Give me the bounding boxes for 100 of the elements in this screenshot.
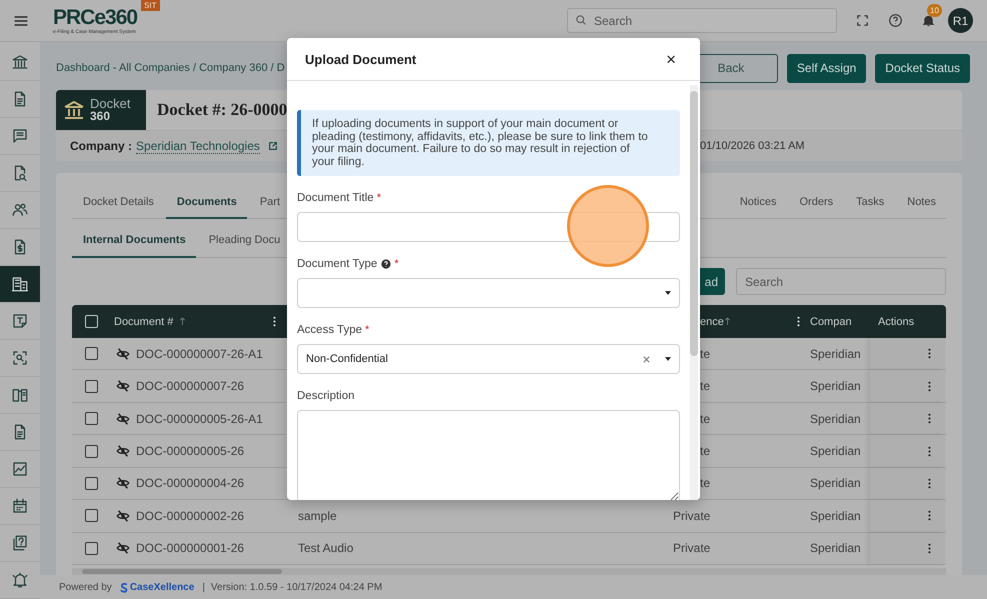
eye-slash-icon[interactable] xyxy=(116,379,130,394)
checkbox[interactable] xyxy=(84,476,98,490)
column-menu-icon[interactable] xyxy=(273,316,276,328)
column-header[interactable]: Actions xyxy=(878,316,914,328)
eye-slash-icon[interactable] xyxy=(116,541,130,556)
table-cell: te xyxy=(700,379,710,394)
company-link[interactable]: Speridian Technologies xyxy=(136,138,260,154)
checkbox[interactable] xyxy=(84,509,98,522)
table-cell: DOC-000000005-26-A1 xyxy=(136,412,263,426)
building-icon xyxy=(11,275,29,293)
tab[interactable]: Part xyxy=(248,187,290,220)
checkbox[interactable] xyxy=(84,444,98,458)
powered-by-text: Powered by xyxy=(59,582,112,592)
table-cell: DOC-000000002-26 xyxy=(136,508,244,523)
checkbox[interactable] xyxy=(84,412,98,426)
help-document-icon xyxy=(11,534,29,552)
eye-slash-icon[interactable] xyxy=(116,476,130,490)
vertical-scrollbar[interactable] xyxy=(690,85,698,500)
search-field[interactable]: Search xyxy=(736,268,946,296)
fullscreen-icon[interactable] xyxy=(855,13,870,28)
close-button[interactable]: × xyxy=(664,50,678,68)
tab[interactable]: Internal Documents xyxy=(72,219,196,258)
search-icon xyxy=(575,14,587,26)
tab[interactable]: Docket Details xyxy=(72,187,164,220)
row-menu-icon[interactable] xyxy=(928,380,931,392)
caret-icon[interactable] xyxy=(665,291,671,295)
column-menu-icon[interactable] xyxy=(797,316,800,328)
field-label: Document Type xyxy=(297,258,378,270)
tab[interactable]: Documents xyxy=(166,187,247,220)
clear-icon[interactable] xyxy=(642,354,651,364)
company-label: Company : xyxy=(70,139,132,153)
user-avatar[interactable]: R1 xyxy=(948,8,973,33)
table-cell: Private xyxy=(673,541,710,556)
eye-slash-icon[interactable] xyxy=(116,444,130,458)
caret-icon[interactable] xyxy=(665,357,671,361)
row-menu-icon[interactable] xyxy=(928,510,931,522)
breadcrumb[interactable]: Dashboard - All Companies / Company 360 / D xyxy=(56,62,285,74)
tab[interactable]: Orders xyxy=(788,187,844,220)
book-icon xyxy=(11,386,29,404)
table-cell: Test Audio xyxy=(298,541,354,556)
row-menu-icon[interactable] xyxy=(928,542,931,554)
column-header[interactable]: ence xyxy=(700,316,724,328)
calendar-icon xyxy=(11,497,29,515)
row-menu-icon[interactable] xyxy=(928,413,931,424)
dropdown-field[interactable] xyxy=(297,278,680,308)
tab[interactable]: Notices xyxy=(728,187,786,220)
table-cell: te xyxy=(700,444,710,458)
action-button[interactable]: Docket Status xyxy=(875,54,970,82)
checkbox[interactable] xyxy=(84,380,98,393)
table-cell: Private xyxy=(673,508,710,523)
table-cell: Speridian xyxy=(810,476,861,490)
table-cell: Speridian xyxy=(810,444,861,458)
tab[interactable]: Pleading Docu xyxy=(198,219,290,258)
help-icon[interactable] xyxy=(381,259,392,269)
docket-360-badge: Docket 360 xyxy=(56,90,146,130)
bell-icon[interactable] xyxy=(921,13,936,28)
table-cell: Speridian xyxy=(810,379,861,394)
table-cell: te xyxy=(700,476,710,490)
table-cell: Speridian xyxy=(810,541,861,556)
table-cell: te xyxy=(700,346,710,361)
bank-icon xyxy=(62,98,86,122)
note-icon xyxy=(11,312,29,330)
sidebar-item[interactable] xyxy=(0,266,40,303)
column-header[interactable]: Document # xyxy=(114,316,174,328)
row-menu-icon[interactable] xyxy=(928,446,931,457)
version-text: Version: 1.0.59 - 10/17/2024 04:24 PM xyxy=(210,582,382,592)
column-header[interactable]: Compan xyxy=(810,316,852,328)
docket-date: 01/10/2026 03:21 AM xyxy=(700,140,806,152)
help-icon[interactable] xyxy=(888,13,903,28)
menu-icon[interactable] xyxy=(13,14,29,28)
required-mark: * xyxy=(365,324,370,336)
tab[interactable]: Notes xyxy=(896,187,946,220)
sort-arrow-icon[interactable] xyxy=(724,317,731,326)
brand-logo: CaseXellence xyxy=(120,582,194,592)
field-label: Access Type xyxy=(297,324,362,336)
dialog-title: Upload Document xyxy=(305,52,416,66)
alarm-bell-icon xyxy=(11,571,29,589)
row-menu-icon[interactable] xyxy=(928,478,931,489)
table-cell: Speridian xyxy=(810,412,861,426)
chart-icon xyxy=(11,460,29,478)
separator-text: | xyxy=(202,582,205,592)
row-menu-icon[interactable] xyxy=(928,348,931,360)
search-field[interactable]: Search xyxy=(567,8,837,33)
horizontal-scrollbar[interactable] xyxy=(72,568,946,575)
eye-slash-icon[interactable] xyxy=(116,346,130,361)
dropdown-field[interactable]: Non-Confidential xyxy=(297,344,680,374)
table-cell: Speridian xyxy=(810,508,861,523)
checkbox[interactable] xyxy=(84,542,98,555)
eye-slash-icon[interactable] xyxy=(116,412,130,426)
action-button[interactable]: Self Assign xyxy=(786,54,866,82)
required-mark: * xyxy=(394,258,399,270)
table-cell: sample xyxy=(298,508,337,523)
sort-arrow-icon[interactable] xyxy=(179,317,186,326)
checkbox[interactable] xyxy=(84,347,98,360)
chat-icon xyxy=(11,127,29,145)
logo[interactable]: PRCe360 xyxy=(53,6,138,28)
eye-slash-icon[interactable] xyxy=(116,508,130,523)
external-link-icon[interactable] xyxy=(268,141,278,151)
tab[interactable]: Tasks xyxy=(845,187,894,220)
table-cell: te xyxy=(700,412,710,426)
